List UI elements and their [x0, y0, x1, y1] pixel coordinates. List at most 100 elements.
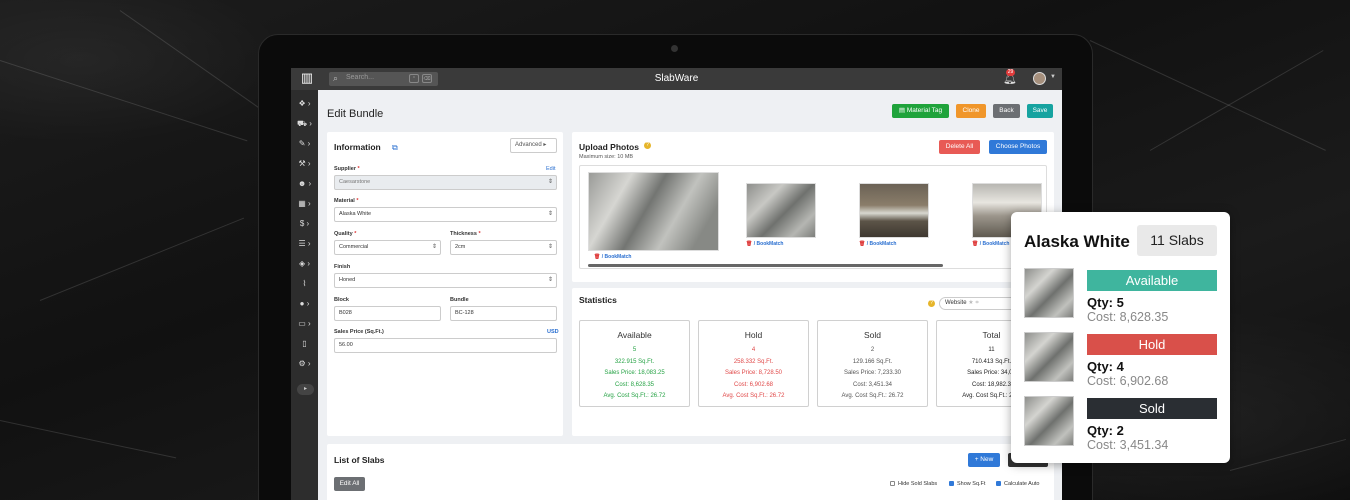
- layers-icon[interactable]: ❖ ›: [291, 96, 318, 112]
- save-button[interactable]: Save: [1027, 104, 1053, 118]
- calculate-auto-checkbox[interactable]: Calculate Auto: [996, 481, 1039, 487]
- gallery-scrollbar[interactable]: [588, 264, 943, 267]
- finish-label: Finish: [334, 264, 351, 270]
- quality-select[interactable]: Commercial ⇕: [334, 240, 441, 255]
- dollar-icon[interactable]: $ ›: [291, 216, 318, 232]
- supplier-label: Supplier *: [334, 166, 360, 172]
- select-caret-icon: ⇕: [547, 211, 553, 217]
- finish-select[interactable]: Honed ⇕: [334, 273, 557, 288]
- upload-photos-title: Upload Photos: [579, 142, 639, 152]
- supplier-edit-link[interactable]: Edit: [546, 166, 555, 172]
- hide-sold-checkbox[interactable]: Hide Sold Slabs: [890, 481, 937, 487]
- information-title: Information: [334, 142, 381, 152]
- bundle-label: Bundle: [450, 297, 469, 303]
- caret-right-icon: ▸: [543, 142, 547, 148]
- stat-box-hold: Hold 4 258.332 Sq.Ft. Sales Price: 8,728…: [698, 320, 809, 407]
- back-button[interactable]: Back: [993, 104, 1020, 118]
- box-icon[interactable]: ◈ ›: [291, 256, 318, 272]
- app-screen: ▥ ⌕ Search... ⌃ ⌫ SlabWare 🔔︎ 29 ▼ ❖ › ⛟…: [291, 68, 1062, 500]
- slab-photo[interactable]: [588, 172, 719, 251]
- sales-price-input[interactable]: 56.00: [334, 338, 557, 353]
- show-sqft-checkbox[interactable]: Show Sq.Ft: [949, 481, 985, 487]
- information-panel: Information ⧉ Advanced ▸ Supplier * Edit…: [327, 132, 563, 436]
- card-qty: Qty: 2: [1087, 423, 1124, 438]
- cart-icon[interactable]: ⛟ ›: [291, 116, 318, 132]
- card-qty: Qty: 5: [1087, 295, 1124, 310]
- gears-icon[interactable]: ⚙ ›: [291, 356, 318, 372]
- top-bar: ▥ ⌕ Search... ⌃ ⌫ SlabWare 🔔︎ 29 ▼: [291, 68, 1062, 90]
- material-select[interactable]: Alaska White ⇕: [334, 207, 557, 222]
- star-icon: ★: [968, 300, 974, 306]
- edit-all-button[interactable]: Edit All: [334, 477, 365, 491]
- chevron-down-icon[interactable]: ▼: [1050, 74, 1056, 80]
- statistics-panel: Statistics ? Website ★ ⌗ Available 5 322…: [572, 288, 1054, 436]
- sidebar-collapse-button[interactable]: ▸: [297, 384, 314, 395]
- status-badge-hold: Hold: [1087, 334, 1217, 355]
- notification-badge: 29: [1006, 69, 1015, 76]
- webcam: [671, 45, 678, 52]
- stat-values: 4 258.332 Sq.Ft. Sales Price: 8,728.50 C…: [722, 347, 785, 399]
- slab-photo[interactable]: [746, 183, 816, 238]
- list-of-slabs-panel: List of Slabs + New Edit All Hide Sold S…: [327, 444, 1054, 500]
- advanced-button[interactable]: Advanced ▸: [510, 138, 557, 153]
- website-filter[interactable]: Website ★ ⌗: [939, 297, 1019, 310]
- page-title: Edit Bundle: [327, 108, 384, 120]
- bookmatch-link[interactable]: 🗑︎ / BookMatch: [859, 241, 896, 247]
- status-badge-available: Available: [1087, 270, 1217, 291]
- bookmatch-link[interactable]: 🗑︎ / BookMatch: [594, 254, 631, 260]
- sidebar: ❖ › ⛟ › ✎ › ⚒ › ☻ › ▦ › $ › ☰ › ◈ › ⌇ ● …: [291, 90, 318, 500]
- clone-button[interactable]: Clone: [956, 104, 986, 118]
- mobile-icon[interactable]: ▯: [291, 336, 318, 352]
- slab-thumbnail: [1024, 332, 1074, 382]
- brush-icon[interactable]: ✎ ›: [291, 136, 318, 152]
- app-title: SlabWare: [654, 73, 699, 84]
- bookmatch-link[interactable]: 🗑︎ / BookMatch: [972, 241, 1009, 247]
- laptop-icon[interactable]: ▭ ›: [291, 316, 318, 332]
- block-label: Block: [334, 297, 349, 303]
- bathroom-photo[interactable]: [859, 183, 929, 238]
- trash-icon: 🗑︎: [594, 254, 601, 260]
- card-qty: Qty: 4: [1087, 359, 1124, 374]
- status-badge-sold: Sold: [1087, 398, 1217, 419]
- bookmatch-link[interactable]: 🗑︎ / BookMatch: [746, 241, 783, 247]
- help-icon[interactable]: ?: [644, 142, 651, 149]
- stat-heading: Sold: [863, 330, 881, 340]
- tag-icon: ▤: [898, 107, 907, 114]
- tags-icon: ⌗: [975, 300, 979, 306]
- stat-heading: Hold: [744, 330, 763, 340]
- chart-icon[interactable]: ⌇: [291, 276, 318, 292]
- thickness-label: Thickness *: [450, 231, 481, 237]
- choose-photos-button[interactable]: Choose Photos: [989, 140, 1047, 154]
- bundle-input[interactable]: BC-128: [450, 306, 557, 321]
- hammer-icon[interactable]: ⚒ ›: [291, 156, 318, 172]
- material-tag-label: Material Tag: [906, 107, 943, 114]
- material-label: Material *: [334, 198, 359, 204]
- stat-values: 2 129.166 Sq.Ft. Sales Price: 7,233.30 C…: [841, 347, 904, 399]
- list-of-slabs-title: List of Slabs: [334, 455, 385, 465]
- copy-icon[interactable]: ⧉: [392, 143, 398, 153]
- user-icon[interactable]: ● ›: [291, 296, 318, 312]
- avatar[interactable]: [1033, 72, 1046, 85]
- advanced-label: Advanced: [515, 142, 542, 148]
- statistics-title: Statistics: [579, 295, 617, 305]
- archive-icon[interactable]: ▦ ›: [291, 196, 318, 212]
- bundle-summary-card: Alaska White 11 Slabs Available Qty: 5 C…: [1011, 212, 1230, 463]
- delete-all-button[interactable]: Delete All: [939, 140, 980, 154]
- trash-icon: 🗑︎: [972, 241, 979, 247]
- list-icon[interactable]: ☰ ›: [291, 236, 318, 252]
- users-icon[interactable]: ☻ ›: [291, 176, 318, 192]
- upload-photos-panel: Upload Photos ? Maximum size: 10 MB Dele…: [572, 132, 1054, 282]
- card-cost: Cost: 6,902.68: [1087, 374, 1169, 388]
- new-slab-button[interactable]: + New: [968, 453, 1000, 467]
- select-caret-icon: ⇕: [547, 244, 553, 250]
- website-label: Website: [945, 300, 967, 306]
- card-slab-count: 11 Slabs: [1137, 225, 1217, 256]
- block-input[interactable]: B028: [334, 306, 441, 321]
- slab-thumbnail: [1024, 268, 1074, 318]
- material-tag-button[interactable]: ▤ Material Tag: [892, 104, 949, 118]
- select-caret-icon: ⇕: [547, 277, 553, 283]
- laptop-frame: ▥ ⌕ Search... ⌃ ⌫ SlabWare 🔔︎ 29 ▼ ❖ › ⛟…: [258, 34, 1093, 500]
- select-caret-icon: ⇕: [431, 244, 437, 250]
- help-icon[interactable]: ?: [928, 300, 935, 307]
- thickness-select[interactable]: 2cm ⇕: [450, 240, 557, 255]
